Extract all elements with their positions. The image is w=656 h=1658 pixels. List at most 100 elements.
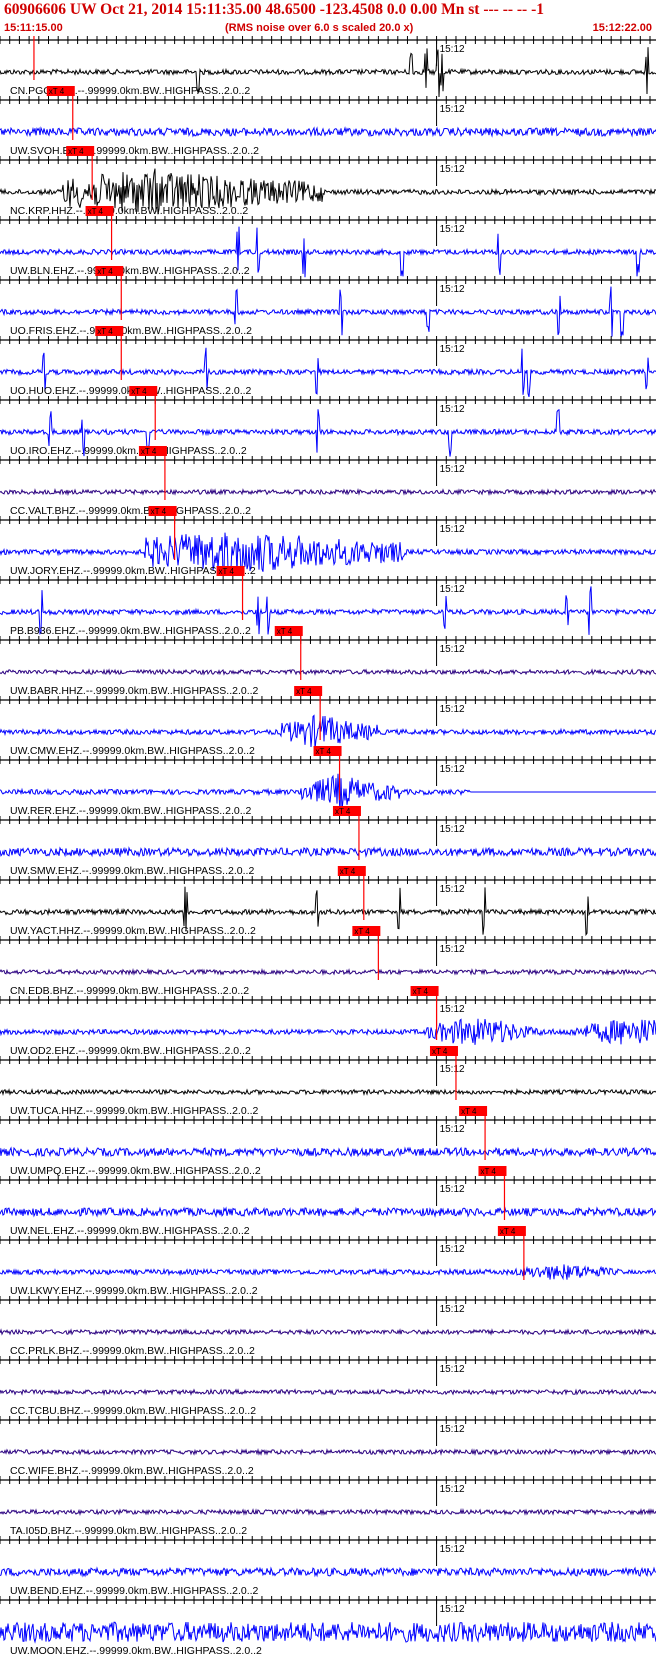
pick-label: xT 4 [316,747,332,756]
station-label: UW.SVOH.EHZ.--.99999.0km.BW..HIGHPASS..2… [10,145,259,157]
waveform [0,1018,656,1045]
waveform [0,1448,656,1456]
pick-label: xT 4 [97,267,113,276]
minute-label: 15:12 [440,1484,465,1495]
station-label: UW.CMW.EHZ.--.99999.0km.BW..HIGHPASS..2.… [10,745,255,757]
trace-row: 15:12 CC.WIFE.BHZ.--.99999.0km.BW..HIGHPA… [0,1416,656,1477]
trace-row: 15:12 UW.BEND.EHZ.--.99999.0km.BW..HIGHPA… [0,1536,656,1597]
minute-label: 15:12 [440,464,465,475]
rms-note: (RMS noise over 6.0 s scaled 20.0 x) [225,22,414,34]
waveform [0,1507,656,1516]
waveform [0,1264,656,1281]
station-label: UW.OD2.EHZ.--.99999.0km.BW..HIGHPASS..2.… [10,1045,251,1057]
seismogram-plot: 15:12 CN.PGC.BHZ.--.99999.0km.BW..HIGHPAS… [0,36,656,1657]
trace-row: 15:12 CC.PRLK.BHZ.--.99999.0km.BW..HIGHPA… [0,1296,656,1357]
minute-label: 15:12 [440,1064,465,1075]
waveform [0,1388,656,1396]
minute-label: 15:12 [440,764,465,775]
station-label: UW.SMW.EHZ.--.99999.0km.BW..HIGHPASS..2.… [10,865,254,877]
pick-label: xT 4 [141,447,157,456]
waveform [0,668,656,676]
station-label: UW.YACT.HHZ.--.99999.0km.BW..HIGHPASS..2… [10,925,256,937]
pick-label: xT 4 [335,807,351,816]
minute-label: 15:12 [440,944,465,955]
station-label: UW.NEL.EHZ.--.99999.0km.BW..HIGHPASS..2.… [10,1225,250,1237]
waveform [0,487,656,497]
minute-label: 15:12 [440,1244,465,1255]
waveform [0,846,656,858]
pick-label: xT 4 [354,927,370,936]
minute-label: 15:12 [440,1424,465,1435]
station-label: CC.VALT.BHZ.--.99999.0km.BW..HIGHPASS..2… [10,505,251,517]
minute-label: 15:12 [440,224,465,235]
station-label: UW.MOON.EHZ.--.99999.0km.BW..HIGHPASS..2… [10,1645,262,1657]
pick-label: xT 4 [131,387,147,396]
pick-label: xT 4 [88,207,104,216]
minute-label: 15:12 [440,404,465,415]
minute-label: 15:12 [440,584,465,595]
pick-label: xT 4 [500,1227,516,1236]
minute-label: 15:12 [440,1004,465,1015]
minute-label: 15:12 [440,344,465,355]
station-label: CC.PRLK.BHZ.--.99999.0km.BW..HIGHPASS..2… [10,1345,255,1357]
minute-label: 15:12 [440,164,465,175]
waveform [0,714,656,750]
pick-label: xT 4 [432,1047,448,1056]
minute-label: 15:12 [440,824,465,835]
waveform [0,1146,656,1158]
waveform [0,1206,656,1218]
station-label: UW.BEND.EHZ.--.99999.0km.BW..HIGHPASS..2… [10,1585,259,1597]
event-title: 60906606 UW Oct 21, 2014 15:11:35.00 48.… [4,1,545,18]
station-label: UO.IRO.EHZ.--.99999.0km.BW..HIGHPASS..2.… [10,445,247,457]
pick-label: xT 4 [97,327,113,336]
station-label: CC.WIFE.BHZ.--.99999.0km.BW..HIGHPASS..2… [10,1465,254,1477]
minute-label: 15:12 [440,44,465,55]
station-label: UW.LKWY.EHZ.--.99999.0km.BW..HIGHPASS..2… [10,1285,258,1297]
minute-label: 15:12 [440,104,465,115]
station-label: NC.KRP.HHZ.--.99999.0km.BW..HIGHPASS..2.… [10,205,248,217]
station-label: UW.RER.EHZ.--.99999.0km.BW..HIGHPASS..2.… [10,805,252,817]
station-label: CC.TCBU.BHZ.--.99999.0km.BW..HIGHPASS..2… [10,1405,256,1417]
station-label: PB.B936.EHZ.--.99999.0km.BW..HIGHPASS..2… [10,625,251,637]
minute-label: 15:12 [440,1544,465,1555]
end-time-label: 15:12:22.00 [592,22,652,34]
minute-label: 15:12 [440,704,465,715]
pick-label: xT 4 [480,1167,496,1176]
station-label: UW.BLN.EHZ.--.99999.0km.BW..HIGHPASS..2.… [10,265,250,277]
waveform [0,126,656,138]
minute-label: 15:12 [440,1304,465,1315]
waveform [0,1088,656,1096]
trace-row: 15:12 UW.MOON.EHZ.--.99999.0km.BW..HIGHPA… [0,1596,656,1657]
pick-label: xT 4 [49,87,65,96]
minute-label: 15:12 [440,1124,465,1135]
minute-label: 15:12 [440,524,465,535]
station-label: UW.BABR.HHZ.--.99999.0km.BW..HIGHPASS..2… [10,685,259,697]
trace-row: 15:12 TA.I05D.BHZ.--.99999.0km.BW..HIGHPA… [0,1476,656,1537]
minute-label: 15:12 [440,1604,465,1615]
station-label: UO.FRIS.EHZ.--.99999.0km.BW..HIGHPASS..2… [10,325,252,337]
station-label: TA.I05D.BHZ.--.99999.0km.BW..HIGHPASS..2… [10,1525,247,1537]
station-label: UW.TUCA.HHZ.--.99999.0km.BW..HIGHPASS..2… [10,1105,259,1117]
minute-label: 15:12 [440,884,465,895]
header: 60906606 UW Oct 21, 2014 15:11:35.00 48.… [0,0,656,36]
station-label: CN.EDB.BHZ.--.99999.0km.BW..HIGHPASS..2.… [10,985,249,997]
waveform [0,1566,656,1578]
minute-label: 15:12 [440,644,465,655]
minute-label: 15:12 [440,1184,465,1195]
trace-row: 15:12 CN.PGC.BHZ.--.99999.0km.BW..HIGHPAS… [0,36,656,98]
station-label: UW.UMPQ.EHZ.--.99999.0km.BW..HIGHPASS..2… [10,1165,261,1177]
pick-label: xT 4 [340,867,356,876]
pick-label: xT 4 [413,987,429,996]
pick-label: xT 4 [151,507,167,516]
pick-label: xT 4 [68,147,84,156]
minute-label: 15:12 [440,1364,465,1375]
station-label: CN.PGC.BHZ.--.99999.0km.BW..HIGHPASS..2.… [10,85,250,97]
trace-row: 15:12 CC.TCBU.BHZ.--.99999.0km.BW..HIGHPA… [0,1356,656,1417]
waveform [0,1328,656,1336]
waveform [0,1621,656,1644]
pick-label: xT 4 [296,687,312,696]
start-time-label: 15:11:15.00 [4,22,63,34]
pick-label: xT 4 [219,567,235,576]
minute-label: 15:12 [440,284,465,295]
pick-label: xT 4 [461,1107,477,1116]
